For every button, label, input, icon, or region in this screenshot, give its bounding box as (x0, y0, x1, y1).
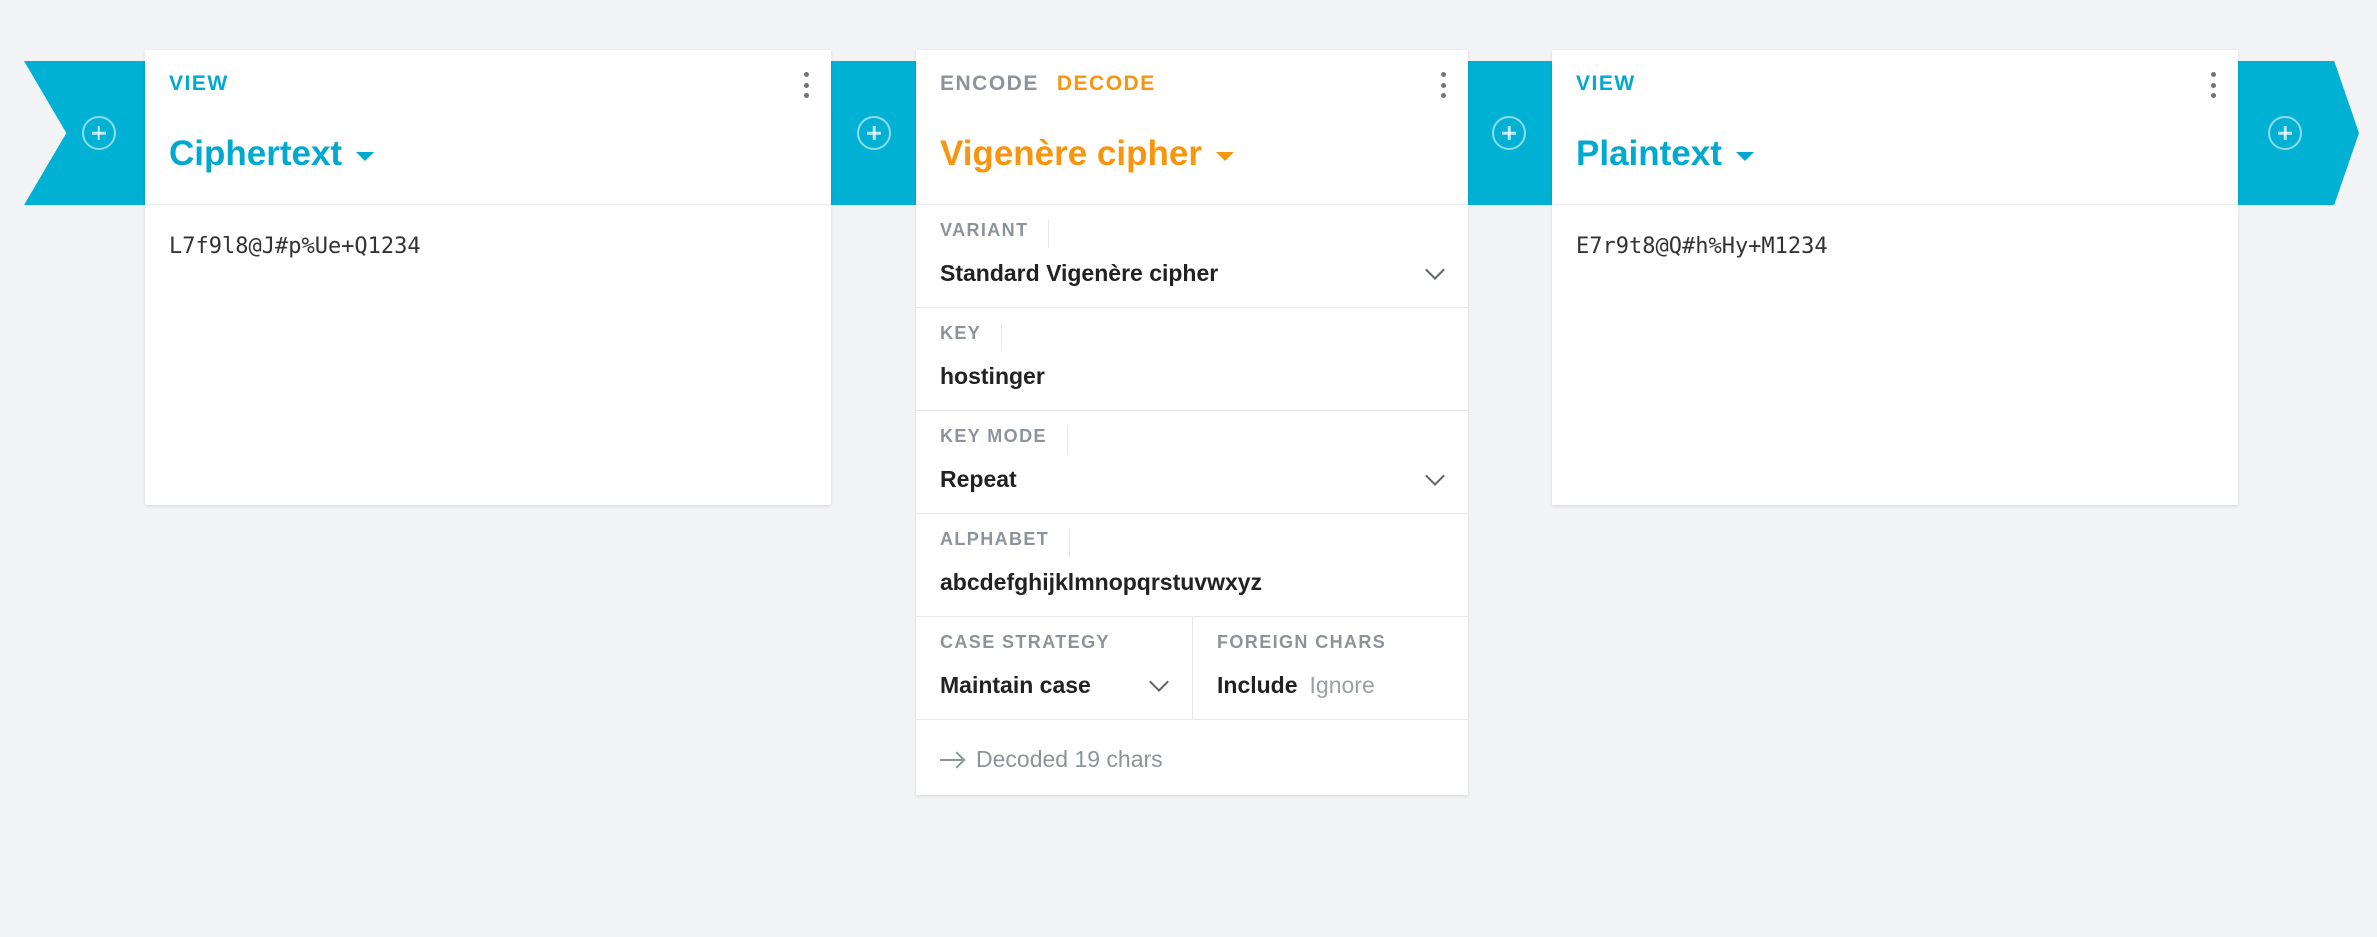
chevron-down-icon[interactable] (1425, 466, 1445, 486)
ribbon-start (24, 61, 145, 205)
brick-title: Vigenère cipher (940, 134, 1202, 173)
card-tabs: VIEW (169, 72, 229, 96)
card-header: VIEW Plaintext (1552, 50, 2238, 205)
plaintext-content[interactable]: E7r9t8@Q#h%Hy+M1234 (1576, 234, 1828, 259)
key-setting[interactable]: KEY hostinger (916, 308, 1468, 411)
ribbon-connector (826, 61, 922, 205)
more-options-icon[interactable] (2208, 72, 2218, 98)
case-strategy-setting[interactable]: CASE STRATEGY Maintain case (916, 617, 1193, 719)
add-brick-icon[interactable] (81, 116, 116, 150)
status-text: Decoded 19 chars (976, 746, 1163, 772)
ciphertext-content[interactable]: L7f9l8@J#p%Ue+Q1234 (169, 234, 421, 259)
key-mode-select[interactable]: Repeat (940, 466, 1017, 493)
key-mode-label: KEY MODE (940, 426, 1068, 454)
brick-title: Plaintext (1576, 134, 1722, 173)
card-tabs: ENCODE DECODE (940, 72, 1156, 96)
alphabet-setting[interactable]: ALPHABET abcdefghijklmnopqrstuvwxyz (916, 514, 1468, 617)
variant-select[interactable]: Standard Vigenère cipher (940, 260, 1218, 287)
tab-view[interactable]: VIEW (1576, 72, 1636, 96)
alphabet-label: ALPHABET (940, 529, 1071, 557)
card-header: ENCODE DECODE Vigenère cipher (916, 50, 1468, 205)
foreign-chars-setting: FOREIGN CHARS Include Ignore (1193, 617, 1468, 719)
tab-decode[interactable]: DECODE (1057, 72, 1156, 96)
tab-encode[interactable]: ENCODE (940, 72, 1039, 96)
foreign-chars-label: FOREIGN CHARS (1217, 632, 1387, 652)
case-strategy-select[interactable]: Maintain case (940, 672, 1091, 699)
tab-view[interactable]: VIEW (169, 72, 229, 96)
ribbon-connector (1464, 61, 1554, 205)
brick-title: Ciphertext (169, 134, 343, 173)
plaintext-view-card: VIEW Plaintext E7r9t8@Q#h%Hy+M1234 (1552, 50, 2238, 505)
brick-title-selector[interactable]: Ciphertext (169, 134, 375, 174)
foreign-include-option[interactable]: Include (1217, 672, 1298, 699)
caret-down-icon (1215, 151, 1234, 161)
more-options-icon[interactable] (801, 72, 811, 98)
foreign-ignore-option[interactable]: Ignore (1310, 672, 1375, 699)
key-label: KEY (940, 323, 1003, 351)
key-mode-setting[interactable]: KEY MODE Repeat (916, 411, 1468, 514)
caret-down-icon (356, 151, 375, 161)
pipeline-canvas: VIEW Ciphertext L7f9l8@J#p%Ue+Q1234 ENCO… (0, 0, 2377, 937)
key-input[interactable]: hostinger (940, 363, 1045, 390)
ribbon-end (2235, 61, 2359, 205)
card-tabs: VIEW (1576, 72, 1636, 96)
foreign-chars-options: Include Ignore (1217, 672, 1375, 699)
card-header: VIEW Ciphertext (145, 50, 831, 205)
chevron-down-icon[interactable] (1425, 260, 1445, 280)
alphabet-input[interactable]: abcdefghijklmnopqrstuvwxyz (940, 569, 1262, 596)
chevron-down-icon[interactable] (1149, 672, 1169, 692)
brick-title-selector[interactable]: Plaintext (1576, 134, 1754, 174)
variant-label: VARIANT (940, 220, 1050, 248)
add-brick-icon[interactable] (2268, 116, 2302, 150)
ciphertext-view-card: VIEW Ciphertext L7f9l8@J#p%Ue+Q1234 (145, 50, 831, 505)
status-message: Decoded 19 chars (940, 746, 1163, 773)
case-strategy-label: CASE STRATEGY (940, 632, 1110, 652)
arrow-right-icon (940, 752, 964, 768)
case-foreign-row: CASE STRATEGY Maintain case FOREIGN CHAR… (916, 617, 1468, 720)
more-options-icon[interactable] (1438, 72, 1448, 98)
vigenere-cipher-card: ENCODE DECODE Vigenère cipher VARIANT St… (916, 50, 1468, 795)
caret-down-icon (1735, 151, 1754, 161)
variant-setting[interactable]: VARIANT Standard Vigenère cipher (916, 205, 1468, 308)
add-brick-icon[interactable] (857, 116, 891, 150)
add-brick-icon[interactable] (1492, 116, 1526, 150)
brick-title-selector[interactable]: Vigenère cipher (940, 134, 1234, 174)
